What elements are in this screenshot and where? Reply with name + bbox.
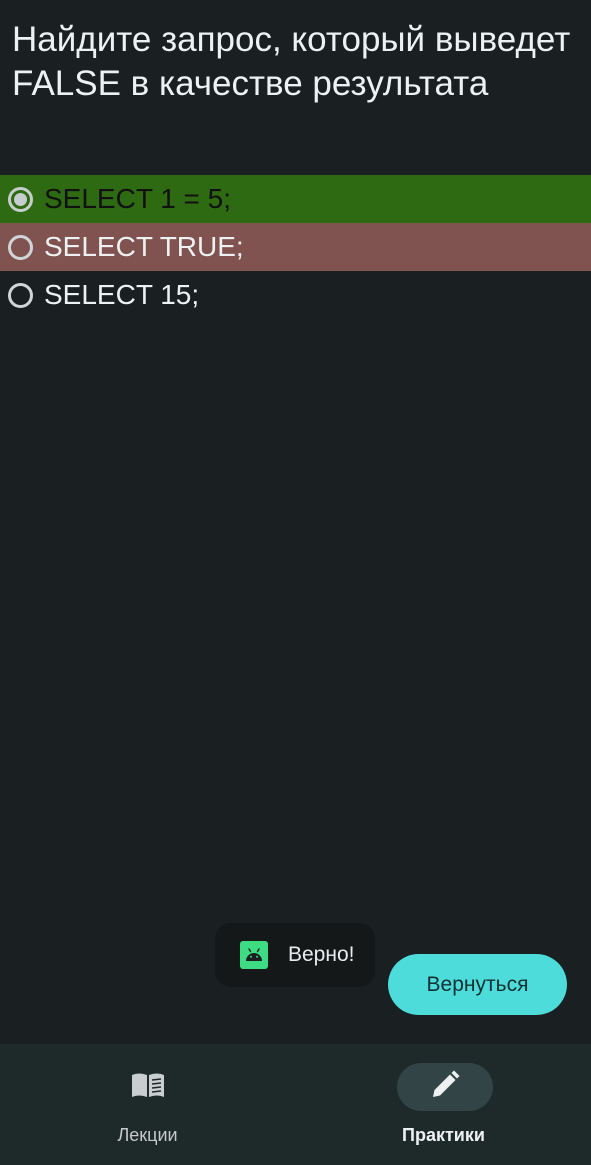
nav-label-practice: Практики: [402, 1125, 485, 1145]
option-label: SELECT 1 = 5;: [44, 183, 232, 214]
toast-text: Верно!: [288, 943, 355, 966]
book-icon: [130, 1071, 166, 1104]
option-1[interactable]: SELECT 1 = 5;: [0, 175, 591, 223]
answer-options: SELECT 1 = 5; SELECT TRUE; SELECT 15;: [0, 175, 591, 319]
nav-pill-active: [396, 1063, 493, 1111]
radio-button-checked[interactable]: [8, 186, 33, 212]
radio-button[interactable]: [8, 282, 33, 308]
nav-item-practice[interactable]: Практики: [296, 1044, 591, 1165]
option-2[interactable]: SELECT TRUE;: [0, 223, 591, 271]
pencil-icon: [430, 1070, 460, 1105]
option-label: SELECT TRUE;: [44, 231, 244, 262]
option-label: SELECT 15;: [44, 279, 200, 310]
nav-item-lectures[interactable]: Лекции: [0, 1044, 295, 1165]
nav-label-lectures: Лекции: [117, 1125, 178, 1145]
bottom-navigation: Лекции Практики: [0, 1044, 591, 1165]
nav-pill: [100, 1063, 196, 1111]
back-button[interactable]: Вернуться: [388, 954, 567, 1015]
android-icon: [240, 941, 268, 969]
radio-button[interactable]: [8, 234, 33, 260]
question-text: Найдите запрос, который выведет FALSE в …: [12, 20, 571, 103]
toast-message: Верно!: [215, 923, 375, 987]
option-3[interactable]: SELECT 15;: [0, 271, 591, 319]
